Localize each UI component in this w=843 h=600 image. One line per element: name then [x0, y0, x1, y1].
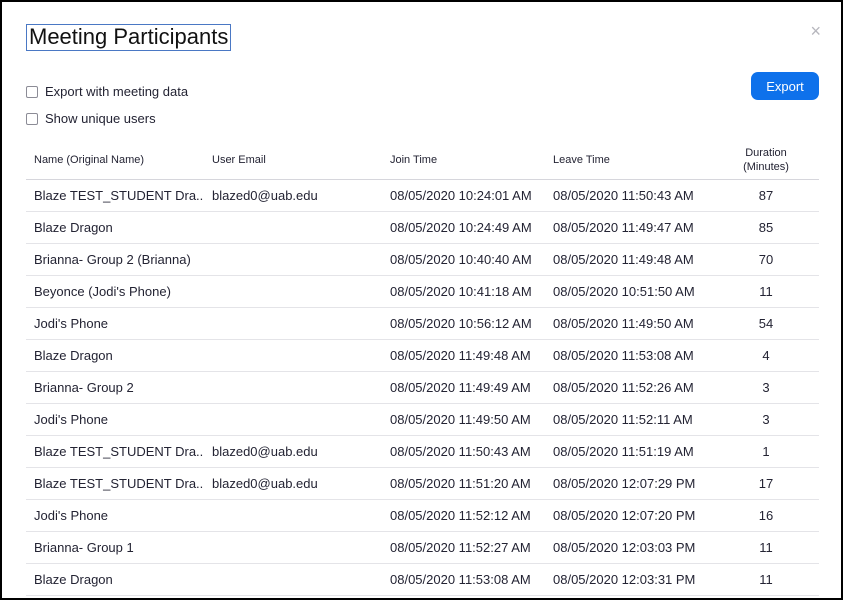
column-header-duration[interactable]: Duration (Minutes)	[726, 140, 806, 179]
cell-join-time: 08/05/2020 10:40:40 AM	[390, 252, 532, 267]
cell-email	[212, 212, 382, 243]
show-unique-users-option[interactable]: Show unique users	[26, 111, 156, 126]
cell-leave-time: 08/05/2020 12:03:31 PM	[553, 572, 696, 587]
export-with-meeting-data-checkbox[interactable]	[26, 85, 38, 98]
cell-email	[212, 500, 382, 531]
cell-email: blazed0@uab.edu	[212, 476, 318, 491]
table-row[interactable]: Brianna- Group 1 08/05/2020 11:52:27 AM 08…	[26, 532, 819, 564]
duration-header-line1: Duration	[745, 146, 787, 159]
cell-name: Blaze Dragon	[34, 348, 113, 363]
cell-email	[212, 276, 382, 307]
table-row[interactable]: Brianna- Group 2 08/05/2020 11:49:49 AM 08…	[26, 372, 819, 404]
cell-name: Brianna- Group 1	[34, 540, 134, 555]
cell-leave-time: 08/05/2020 11:50:43 AM	[553, 188, 694, 203]
cell-join-time: 08/05/2020 10:56:12 AM	[390, 316, 532, 331]
table-row[interactable]: Jodi's Phone 08/05/2020 11:52:12 AM 08/05/…	[26, 500, 819, 532]
meeting-participants-dialog: Meeting Participants × Export with meeti…	[2, 2, 841, 598]
cell-email: blazed0@uab.edu	[212, 444, 318, 459]
export-with-meeting-data-label: Export with meeting data	[45, 84, 189, 99]
cell-email	[212, 308, 382, 339]
cell-name: Jodi's Phone	[34, 412, 109, 427]
cell-name: Blaze TEST_STUDENT Dra...	[34, 444, 204, 459]
close-icon[interactable]: ×	[810, 22, 821, 40]
cell-email	[212, 532, 382, 563]
cell-join-time: 08/05/2020 11:49:48 AM	[390, 348, 531, 363]
column-header-email[interactable]: User Email	[212, 140, 382, 179]
cell-name: Blaze Dragon	[34, 572, 113, 587]
cell-duration: 4	[762, 348, 770, 363]
cell-leave-time: 08/05/2020 11:49:48 AM	[553, 252, 694, 267]
cell-email	[212, 340, 382, 371]
table-body: Blaze TEST_STUDENT Dra... blazed0@uab.edu…	[26, 180, 819, 596]
cell-duration: 70	[758, 252, 774, 267]
cell-duration: 54	[758, 316, 774, 331]
cell-join-time: 08/05/2020 10:24:01 AM	[390, 188, 532, 203]
cell-name: Blaze TEST_STUDENT Dra...	[34, 476, 204, 491]
table-row[interactable]: Blaze Dragon 08/05/2020 11:53:08 AM 08/05/…	[26, 564, 819, 596]
cell-name: Blaze Dragon	[34, 220, 113, 235]
export-with-meeting-data-option[interactable]: Export with meeting data	[26, 84, 188, 99]
cell-join-time: 08/05/2020 11:49:49 AM	[390, 380, 531, 395]
cell-name: Brianna- Group 2 (Brianna)	[34, 252, 191, 267]
table-row[interactable]: Blaze Dragon 08/05/2020 11:49:48 AM 08/05/…	[26, 340, 819, 372]
dialog-title: Meeting Participants	[26, 24, 232, 51]
cell-leave-time: 08/05/2020 11:49:47 AM	[553, 220, 694, 235]
cell-leave-time: 08/05/2020 12:07:29 PM	[553, 476, 696, 491]
cell-name: Beyonce (Jodi's Phone)	[34, 284, 171, 299]
table-row[interactable]: Blaze TEST_STUDENT Dra... blazed0@uab.edu…	[26, 468, 819, 500]
column-header-leave-time[interactable]: Leave Time	[553, 140, 713, 179]
cell-email: blazed0@uab.edu	[212, 188, 318, 203]
show-unique-users-label: Show unique users	[45, 111, 156, 126]
cell-duration: 1	[762, 444, 770, 459]
cell-duration: 11	[759, 572, 773, 587]
cell-duration: 3	[762, 380, 770, 395]
cell-leave-time: 08/05/2020 12:07:20 PM	[553, 508, 696, 523]
table-row[interactable]: Jodi's Phone 08/05/2020 11:49:50 AM 08/05/…	[26, 404, 819, 436]
participants-table: Name (Original Name) User Email Join Tim…	[26, 140, 819, 596]
cell-name: Jodi's Phone	[34, 508, 109, 523]
cell-email	[212, 564, 382, 595]
cell-duration: 11	[759, 284, 773, 299]
cell-join-time: 08/05/2020 11:49:50 AM	[390, 412, 531, 427]
cell-name: Blaze TEST_STUDENT Dra...	[34, 188, 204, 203]
cell-email	[212, 372, 382, 403]
cell-join-time: 08/05/2020 10:24:49 AM	[390, 220, 532, 235]
table-row[interactable]: Blaze Dragon 08/05/2020 10:24:49 AM 08/05/…	[26, 212, 819, 244]
cell-duration: 11	[759, 540, 773, 555]
cell-email	[212, 244, 382, 275]
cell-duration: 87	[758, 188, 774, 203]
cell-leave-time: 08/05/2020 11:52:11 AM	[553, 412, 693, 427]
cell-join-time: 08/05/2020 11:52:12 AM	[390, 508, 531, 523]
table-row[interactable]: Blaze TEST_STUDENT Dra... blazed0@uab.edu…	[26, 180, 819, 212]
cell-leave-time: 08/05/2020 10:51:50 AM	[553, 284, 695, 299]
cell-name: Brianna- Group 2	[34, 380, 134, 395]
cell-join-time: 08/05/2020 11:50:43 AM	[390, 444, 531, 459]
cell-leave-time: 08/05/2020 11:51:19 AM	[553, 444, 694, 459]
column-header-join-time[interactable]: Join Time	[390, 140, 550, 179]
cell-join-time: 08/05/2020 10:41:18 AM	[390, 284, 532, 299]
table-row[interactable]: Brianna- Group 2 (Brianna) 08/05/2020 10:…	[26, 244, 819, 276]
table-row[interactable]: Jodi's Phone 08/05/2020 10:56:12 AM 08/05/…	[26, 308, 819, 340]
cell-leave-time: 08/05/2020 11:53:08 AM	[553, 348, 694, 363]
cell-join-time: 08/05/2020 11:52:27 AM	[390, 540, 531, 555]
show-unique-users-checkbox[interactable]	[26, 112, 38, 125]
cell-leave-time: 08/05/2020 12:03:03 PM	[553, 540, 696, 555]
cell-leave-time: 08/05/2020 11:49:50 AM	[553, 316, 694, 331]
table-row[interactable]: Beyonce (Jodi's Phone) 08/05/2020 10:41:1…	[26, 276, 819, 308]
table-header: Name (Original Name) User Email Join Tim…	[26, 140, 819, 180]
export-button[interactable]: Export	[751, 72, 819, 100]
cell-join-time: 08/05/2020 11:53:08 AM	[390, 572, 531, 587]
cell-duration: 3	[762, 412, 770, 427]
cell-duration: 85	[758, 220, 774, 235]
cell-duration: 17	[758, 476, 774, 491]
cell-email	[212, 404, 382, 435]
cell-leave-time: 08/05/2020 11:52:26 AM	[553, 380, 694, 395]
duration-header-line2: (Minutes)	[743, 160, 789, 173]
cell-duration: 16	[758, 508, 774, 523]
column-header-name[interactable]: Name (Original Name)	[34, 140, 204, 179]
cell-join-time: 08/05/2020 11:51:20 AM	[390, 476, 531, 491]
table-row[interactable]: Blaze TEST_STUDENT Dra... blazed0@uab.edu…	[26, 436, 819, 468]
cell-name: Jodi's Phone	[34, 316, 109, 331]
